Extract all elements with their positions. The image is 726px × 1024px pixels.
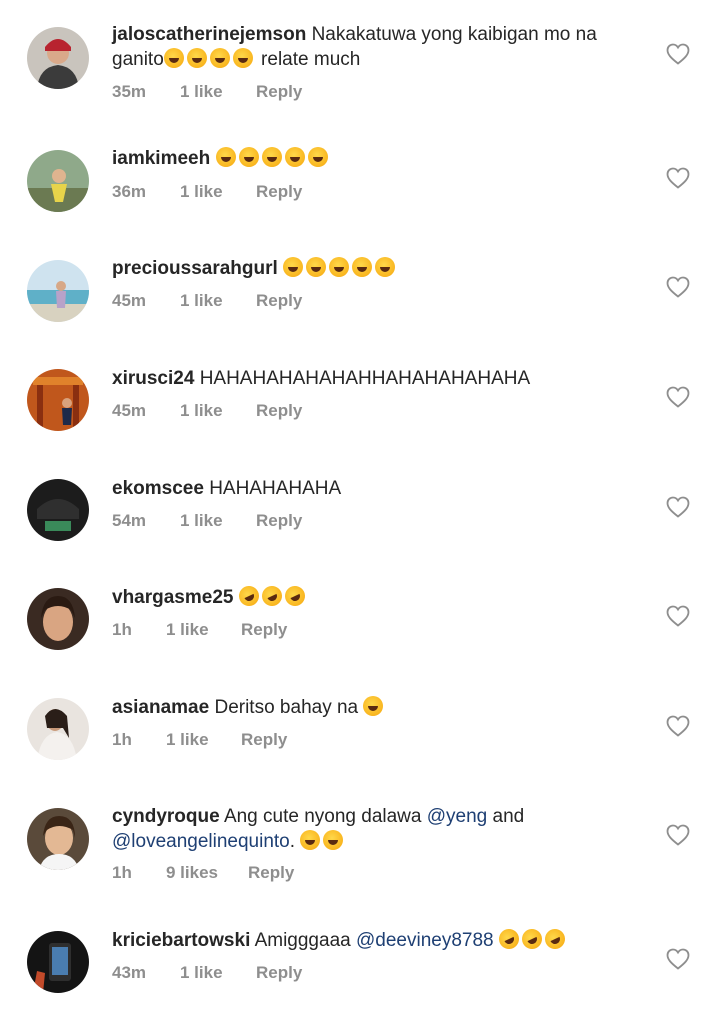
heart-outline-icon[interactable] [666,824,690,846]
comment-username[interactable]: ekomscee [112,478,204,499]
reply-button[interactable]: Reply [256,182,302,202]
rolling-laughing-emoji [495,925,523,953]
avatar[interactable] [27,260,89,322]
like-count[interactable]: 9 likes [166,863,218,883]
tears-of-joy-emoji [323,830,344,850]
comment-text: precioussarahgurl [112,256,612,281]
like-count[interactable]: 1 like [166,730,209,750]
tears-of-joy-emoji [163,48,184,68]
tears-of-joy-emoji [329,257,350,277]
tears-of-joy-emoji [307,147,328,167]
heart-outline-icon[interactable] [666,605,690,627]
comment-time: 1h [112,620,132,639]
heart-outline-icon[interactable] [666,715,690,737]
rolling-laughing-emoji [518,925,546,953]
rolling-laughing-emoji [258,582,286,610]
reply-button[interactable]: Reply [256,291,302,311]
like-count[interactable]: 1 like [180,401,223,421]
heart-outline-icon[interactable] [666,167,690,189]
heart-outline-icon[interactable] [666,43,690,65]
avatar[interactable] [27,369,89,431]
comment-body-end: relate much [255,49,361,70]
avatar[interactable] [27,588,89,650]
comment-username[interactable]: precioussarahgurl [112,258,278,279]
reply-button[interactable]: Reply [256,401,302,421]
avatar[interactable] [27,808,89,870]
tears-of-joy-emoji [283,257,304,277]
comment-text: ekomscee HAHAHAHAHA [112,476,612,501]
avatar[interactable] [27,931,89,993]
mention-link[interactable]: @yeng [427,806,488,827]
comment-time: 45m [112,291,147,310]
avatar[interactable] [27,698,89,760]
comment-time: 43m [112,963,147,982]
reply-button[interactable]: Reply [256,82,302,102]
heart-outline-icon[interactable] [666,276,690,298]
comment-time: 54m [112,511,147,530]
reply-button[interactable]: Reply [248,863,294,883]
comment-text: iamkimeeh [112,146,612,171]
comment-username[interactable]: cyndyroque [112,806,220,827]
comment-username[interactable]: jaloscatherinejemson [112,24,306,45]
comment-text: asianamae Deritso bahay na [112,695,612,720]
tears-of-joy-emoji [238,147,259,167]
comment-text: vhargasme25 [112,582,612,610]
rolling-laughing-emoji [235,582,263,610]
tears-of-joy-emoji [284,147,305,167]
mention-link[interactable]: @deeviney8788 [356,930,494,951]
like-count[interactable]: 1 like [180,182,223,202]
comment-time: 45m [112,401,147,420]
reply-button[interactable]: Reply [256,963,302,983]
comment-text: jaloscatherinejemson Nakakatuwa yong kai… [112,22,612,72]
like-count[interactable]: 1 like [166,620,209,640]
comment-username[interactable]: kriciebartowski [112,930,250,951]
like-count[interactable]: 1 like [180,291,223,311]
tears-of-joy-emoji [306,257,327,277]
tears-of-joy-emoji [261,147,282,167]
tears-of-joy-emoji [209,48,230,68]
like-count[interactable]: 1 like [180,963,223,983]
heart-outline-icon[interactable] [666,386,690,408]
avatar[interactable] [27,479,89,541]
avatar[interactable] [27,27,89,89]
comment-body: Deritso bahay na [214,697,359,718]
tears-of-joy-emoji [186,48,207,68]
like-count[interactable]: 1 like [180,511,223,531]
comment-username[interactable]: asianamae [112,697,209,718]
comment-time: 36m [112,182,147,201]
comment-body: HAHAHAHAHAHAHHAHAHAHAHAHA [199,368,531,389]
comment-text: kriciebartowski Amigggaaa @deeviney8788 [112,925,612,953]
tears-of-joy-emoji [215,147,236,167]
comment-body: HAHAHAHAHA [209,478,342,499]
comment-time: 35m [112,82,147,101]
reply-button[interactable]: Reply [241,730,287,750]
heart-outline-icon[interactable] [666,948,690,970]
tears-of-joy-emoji [300,830,321,850]
comment-text: cyndyroque Ang cute nyong dalawa @yeng a… [112,804,612,854]
comment-body-mid: and [492,806,525,827]
comment-username[interactable]: vhargasme25 [112,587,233,608]
mention-link[interactable]: @loveangelinequinto [112,831,290,852]
comment-text: xirusci24 HAHAHAHAHAHAHHAHAHAHAHAHA [112,366,612,391]
rolling-laughing-emoji [281,582,309,610]
tears-of-joy-emoji [352,257,373,277]
heart-outline-icon[interactable] [666,496,690,518]
comment-username[interactable]: iamkimeeh [112,148,210,169]
reply-button[interactable]: Reply [241,620,287,640]
comment-body-end: . [289,831,296,852]
comment-time: 1h [112,730,132,749]
comment-username[interactable]: xirusci24 [112,368,194,389]
tears-of-joy-emoji [232,48,253,68]
tears-of-joy-emoji [375,257,396,277]
comment-body: Amigggaaa [254,930,351,951]
reply-button[interactable]: Reply [256,511,302,531]
grinning-sweat-emoji [363,696,384,716]
like-count[interactable]: 1 like [180,82,223,102]
comment-time: 1h [112,863,132,882]
avatar[interactable] [27,150,89,212]
rolling-laughing-emoji [541,925,569,953]
comment-body: Ang cute nyong dalawa [223,806,422,827]
